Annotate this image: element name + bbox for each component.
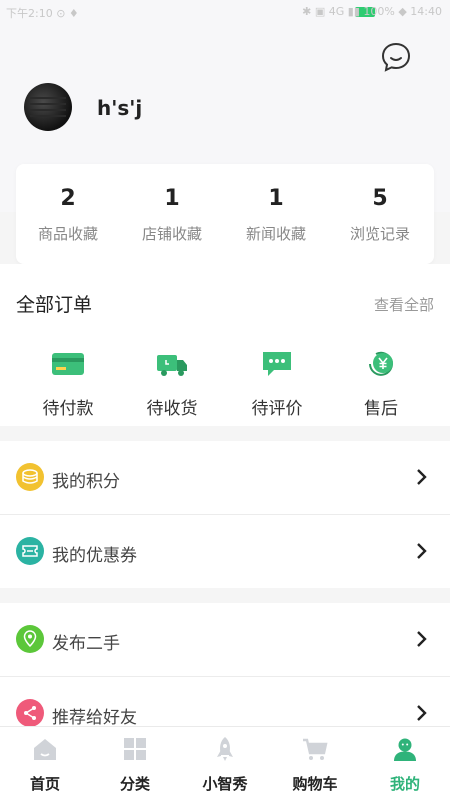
stat-value: 5 — [372, 186, 388, 211]
stat-value: 1 — [164, 186, 180, 211]
coins-icon — [16, 463, 44, 491]
truck-icon — [157, 355, 187, 376]
order-pending-review[interactable]: 待评价 — [227, 348, 327, 419]
status-time: 下午2:10 ⊙ ♦ — [6, 7, 79, 20]
order-after-sales[interactable]: 售后 — [331, 348, 431, 419]
menu-item-coupons[interactable]: 我的优惠券 — [0, 515, 450, 588]
menu-item-label: 我的积分 — [52, 472, 120, 492]
tab-mine[interactable]: 我的 — [360, 727, 450, 801]
order-pending-payment[interactable]: 待付款 — [18, 348, 118, 419]
chevron-right-icon — [417, 705, 427, 721]
user-icon — [394, 738, 416, 761]
cart-icon — [303, 738, 328, 760]
chevron-right-icon — [417, 469, 427, 485]
message-button[interactable] — [381, 42, 411, 72]
tab-category[interactable]: 分类 — [90, 727, 180, 801]
status-indicators: ✱ ▣ 4G ▮▮ 100% ◆ 14:40 — [302, 5, 442, 18]
location-icon — [16, 625, 44, 653]
stat-label: 浏览记录 — [349, 225, 410, 243]
stat-product-favorites[interactable]: 2 商品收藏 — [16, 164, 120, 264]
stat-value: 1 — [268, 186, 284, 211]
tab-label: 首页 — [29, 775, 60, 793]
coupon-icon — [16, 537, 44, 565]
bottom-tab-bar: 首页 分类 小智秀 购物车 我的 — [0, 726, 450, 801]
tab-label: 分类 — [119, 775, 150, 793]
home-icon — [34, 739, 56, 760]
stat-label: 新闻收藏 — [245, 225, 306, 243]
stat-shop-favorites[interactable]: 1 店铺收藏 — [120, 164, 224, 264]
stat-browse-history[interactable]: 5 浏览记录 — [328, 164, 432, 264]
tab-label: 我的 — [389, 775, 420, 793]
orders-section: 全部订单 查看全部 待付款 待收货 待评价 售后 — [0, 264, 450, 426]
order-label: 待评价 — [251, 399, 303, 419]
stat-value: 2 — [60, 186, 76, 211]
comment-icon — [263, 352, 291, 376]
tab-cart[interactable]: 购物车 — [270, 727, 360, 801]
stat-label: 店铺收藏 — [141, 225, 202, 243]
stats-card: 2 商品收藏 1 店铺收藏 1 新闻收藏 5 浏览记录 — [16, 164, 434, 264]
stat-news-favorites[interactable]: 1 新闻收藏 — [224, 164, 328, 264]
orders-title: 全部订单 — [16, 294, 93, 316]
tab-xiaozhixiu[interactable]: 小智秀 — [180, 727, 270, 801]
view-all-orders-link[interactable]: 查看全部 — [374, 294, 434, 315]
chevron-right-icon — [417, 631, 427, 647]
status-bar: 下午2:10 ⊙ ♦ ✱ ▣ 4G ▮▮ 100% ◆ 14:40 — [0, 0, 450, 24]
menu-item-post-secondhand[interactable]: 发布二手 — [0, 603, 450, 676]
chevron-right-icon — [417, 543, 427, 559]
share-icon — [16, 699, 44, 727]
menu-item-points[interactable]: 我的积分 — [0, 441, 450, 514]
tab-home[interactable]: 首页 — [0, 727, 90, 801]
card-icon — [52, 353, 84, 375]
order-label: 待收货 — [146, 399, 198, 419]
order-label: 售后 — [364, 399, 398, 419]
menu-item-label: 推荐给好友 — [52, 708, 137, 728]
refund-icon — [369, 351, 393, 376]
order-pending-receipt[interactable]: 待收货 — [122, 348, 222, 419]
stat-label: 商品收藏 — [37, 225, 98, 243]
chat-bubble-icon — [381, 42, 411, 72]
tab-label: 小智秀 — [202, 775, 248, 793]
menu-item-label: 我的优惠券 — [52, 546, 137, 566]
rocket-icon — [217, 737, 233, 761]
avatar[interactable] — [24, 83, 72, 131]
menu-item-label: 发布二手 — [52, 634, 120, 654]
username[interactable]: h's'j — [97, 96, 142, 120]
tab-label: 购物车 — [292, 775, 338, 793]
order-label: 待付款 — [42, 399, 94, 419]
grid-icon — [124, 738, 146, 760]
